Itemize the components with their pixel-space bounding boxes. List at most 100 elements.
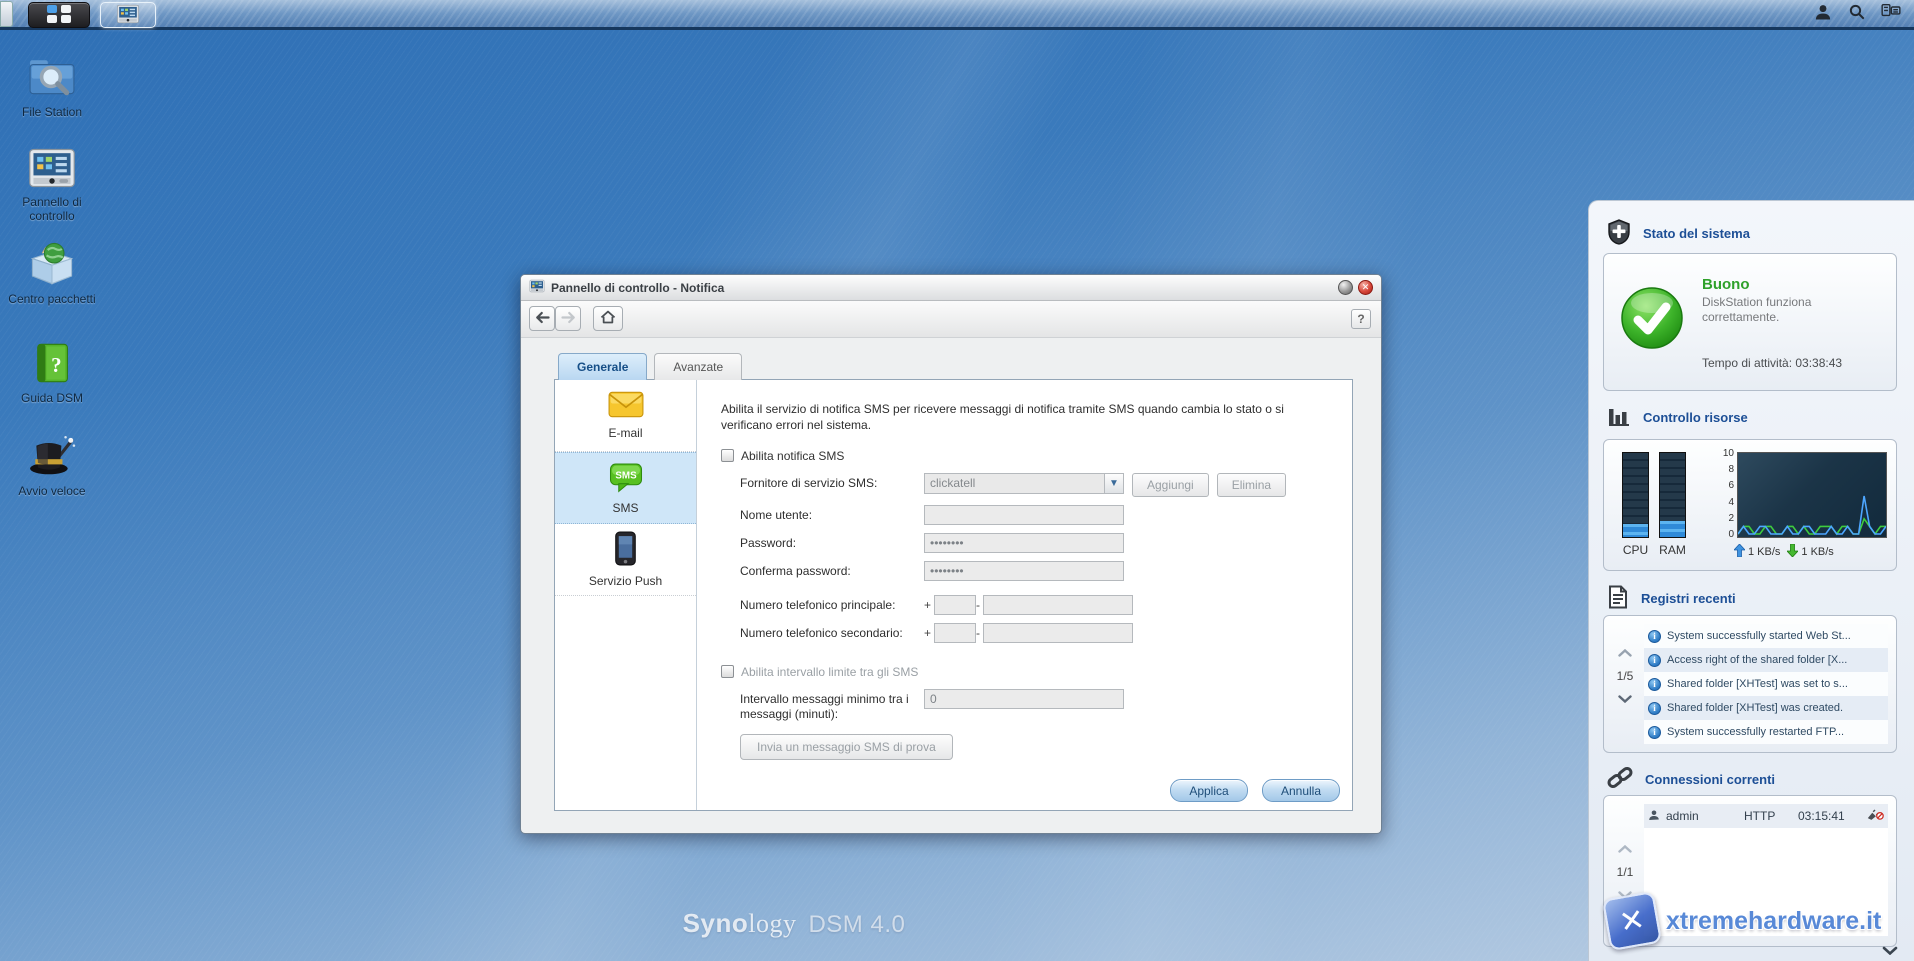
log-entry[interactable]: i System successfully started Web St...: [1644, 624, 1888, 648]
desktop-icon-quick-start[interactable]: Avvio veloce: [4, 432, 100, 499]
forward-button[interactable]: [555, 306, 581, 331]
connection-list-area: [1644, 828, 1888, 936]
widget-panel-collapse-button[interactable]: [1870, 943, 1910, 959]
log-entry-list: i System successfully started Web St... i…: [1644, 624, 1888, 744]
window-titlebar[interactable]: Pannello di controllo - Notifica ✕: [521, 275, 1381, 301]
push-phone-icon: [614, 531, 637, 569]
upload-speed: 1 KB/s: [1748, 546, 1781, 558]
taskbar-control-panel-button[interactable]: [100, 2, 156, 28]
pager-down-icon[interactable]: [1618, 692, 1632, 706]
close-button[interactable]: ✕: [1358, 280, 1373, 295]
confirm-password-label: Conferma password:: [740, 563, 851, 578]
pilot-view-icon: [1881, 3, 1901, 24]
log-entry[interactable]: i System successfully restarted FTP...: [1644, 720, 1888, 744]
pager-down-icon[interactable]: [1618, 888, 1632, 902]
window-toolbar: ?: [521, 301, 1381, 338]
pager-up-icon[interactable]: [1618, 842, 1632, 856]
send-test-sms-button[interactable]: Invia un messaggio SMS di prova: [740, 733, 953, 760]
network-speed-line: 1 KB/s 1 KB/s: [1733, 543, 1834, 560]
main-menu-button[interactable]: [28, 2, 90, 28]
confirm-password-input[interactable]: ••••••••: [924, 560, 1124, 581]
log-entry[interactable]: i Shared folder [XHTest] was set to s...: [1644, 672, 1888, 696]
sidebar-item-email[interactable]: E-mail: [555, 380, 696, 452]
primary-phone-country-input[interactable]: [934, 594, 977, 615]
desktop-icon-package-center[interactable]: Centro pacchetti: [4, 240, 100, 307]
control-panel-icon: [529, 279, 545, 296]
ram-meter: [1659, 452, 1686, 538]
interval-label: Intervallo messaggi minimo tra i messagg…: [740, 691, 909, 721]
add-provider-button[interactable]: Aggiungi: [1132, 472, 1209, 497]
enable-sms-interval-label: Abilita intervallo limite tra gli SMS: [741, 664, 919, 679]
sms-provider-select[interactable]: clickatell ▼: [924, 472, 1124, 494]
search-button[interactable]: [1840, 1, 1874, 27]
tab-avanzate[interactable]: Avanzate: [654, 353, 743, 380]
username-input[interactable]: [924, 504, 1124, 525]
system-widget-panel: Stato del sistema Buono DiskStation funz…: [1588, 200, 1914, 961]
primary-phone-input[interactable]: [983, 594, 1134, 615]
connections-page-indicator: 1/1: [1616, 865, 1634, 879]
pilot-view-button[interactable]: [1874, 1, 1908, 27]
enable-sms-interval-checkbox[interactable]: [721, 665, 734, 679]
disconnect-icon[interactable]: [1866, 808, 1884, 824]
sidebar-item-label: E-mail: [608, 426, 643, 440]
health-status: Buono: [1702, 276, 1750, 293]
widget-title: Stato del sistema: [1643, 226, 1750, 241]
interval-input[interactable]: 0: [924, 688, 1124, 709]
tab-generale[interactable]: Generale: [558, 353, 648, 380]
cpu-label: CPU: [1622, 543, 1649, 557]
connection-time: 03:15:41: [1798, 809, 1845, 823]
enable-sms-checkbox-label: Abilita notifica SMS: [741, 448, 845, 463]
widget-title: Registri recenti: [1641, 591, 1736, 606]
info-icon: i: [1648, 701, 1661, 715]
resource-monitor-header: Controllo risorse: [1607, 405, 1748, 430]
user-icon: [1648, 809, 1660, 824]
desktop-icon-label: Pannello di controllo: [22, 195, 82, 223]
sidebar-item-sms[interactable]: SMS SMS: [555, 452, 696, 524]
desktop-icon-dsm-help[interactable]: ? Guida DSM: [4, 341, 100, 406]
user-menu-button[interactable]: [1806, 1, 1840, 27]
phone-separator: -: [976, 597, 981, 612]
taskbar-handle[interactable]: [0, 1, 13, 27]
control-panel-notification-window: Pannello di controllo - Notifica ✕ ? Gen…: [520, 274, 1382, 834]
control-panel-icon: [27, 148, 77, 192]
password-input[interactable]: ••••••••: [924, 532, 1124, 553]
connection-row: admin HTTP 03:15:41: [1644, 804, 1888, 828]
download-speed: 1 KB/s: [1801, 546, 1834, 558]
cancel-button[interactable]: Annulla: [1262, 779, 1340, 802]
resource-monitor-card: CPU RAM 10 8 6 4 2 0 1 KB/s 1 KB/s: [1603, 439, 1897, 571]
sms-settings-form: Abilita il servizio di notifica SMS per …: [698, 380, 1352, 810]
notification-sidebar: E-mail SMS SMS Servizio Push: [555, 380, 697, 810]
pager-up-icon[interactable]: [1618, 646, 1632, 660]
shield-icon: [1607, 219, 1631, 248]
primary-phone-label: Numero telefonico principale:: [740, 597, 896, 612]
help-button[interactable]: ?: [1351, 309, 1371, 329]
taskbar: [0, 0, 1914, 30]
status-ok-icon: [1620, 286, 1684, 353]
network-chart-yticks: 10 8 6 4 2 0: [1722, 448, 1734, 540]
secondary-phone-country-input[interactable]: [934, 622, 977, 643]
connection-user: admin: [1666, 809, 1699, 823]
secondary-phone-label: Numero telefonico secondario:: [740, 625, 903, 640]
network-traffic-chart: [1737, 452, 1887, 538]
tab-strip: Generale Avanzate: [558, 353, 743, 380]
desktop: File Station Pannello di controllo Centr…: [0, 0, 1914, 961]
chevron-down-icon: [1882, 944, 1898, 958]
apply-button[interactable]: Applica: [1170, 779, 1248, 802]
sidebar-item-push-service[interactable]: Servizio Push: [555, 524, 696, 596]
logs-pager: 1/5: [1610, 646, 1640, 706]
minimize-button[interactable]: [1338, 280, 1353, 295]
search-icon: [1848, 3, 1866, 24]
desktop-icon-label: Avvio veloce: [18, 484, 86, 498]
log-entry[interactable]: i Access right of the shared folder [X...: [1644, 648, 1888, 672]
secondary-phone-input[interactable]: [983, 622, 1134, 643]
desktop-icon-control-panel[interactable]: Pannello di controllo: [4, 147, 100, 224]
logs-page-indicator: 1/5: [1616, 669, 1634, 683]
phone-plus-sign: +: [924, 625, 932, 640]
log-entry[interactable]: i Shared folder [XHTest] was created.: [1644, 696, 1888, 720]
delete-provider-button[interactable]: Elimina: [1216, 472, 1287, 497]
desktop-icon-file-station[interactable]: File Station: [4, 55, 100, 120]
back-button[interactable]: [529, 306, 555, 331]
upload-line: [1738, 495, 1886, 535]
enable-sms-checkbox[interactable]: [721, 449, 734, 463]
home-button[interactable]: [593, 306, 623, 331]
